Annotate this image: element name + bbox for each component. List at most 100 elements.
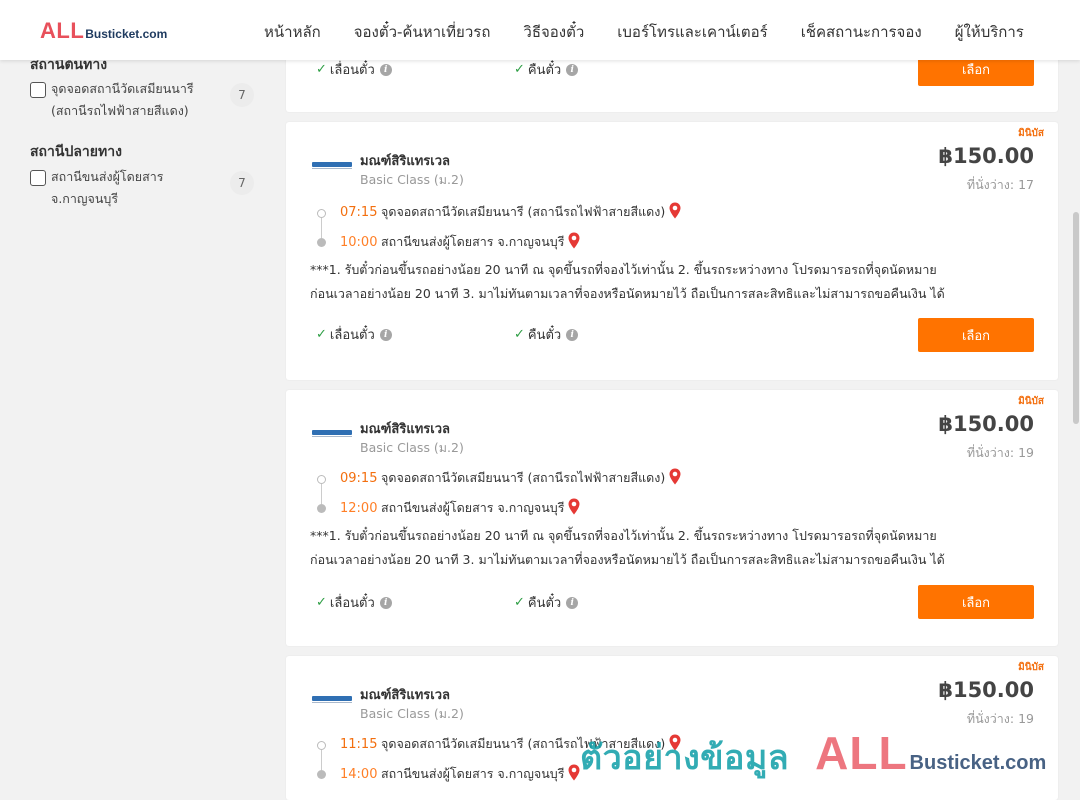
vehicle-type-badge: มินิบัส [1018,662,1044,673]
reschedule-label: เลื่อนตั๋ว [329,328,375,343]
operator-name: มณฑ์สิริแทรเวล [360,688,450,703]
bus-class: Basic Class (ม.2) [360,172,464,187]
operator-name: มณฑ์สิริแทรเวล [360,154,450,169]
operator-logo [312,696,352,704]
refund-feature: ✓ คืนตั๋ว i [514,59,579,80]
destination-checkbox[interactable] [30,170,46,186]
route-line [321,750,322,770]
nav-how-to-book[interactable]: วิธีจองตั๋ว [523,20,584,44]
nav-operators[interactable]: ผู้ให้บริการ [955,20,1024,44]
arrival-time: 12:00 [340,500,378,516]
bus-class: Basic Class (ม.2) [360,440,464,455]
seats-label: ที่นั่งว่าง: [966,445,1015,460]
map-pin-icon[interactable] [568,498,580,515]
departure-time: 09:15 [340,470,378,486]
ticket-price: ฿150.00 [938,144,1034,168]
reschedule-feature: ✓ เลื่อนตั๋ว i [316,324,392,345]
map-pin-icon[interactable] [568,232,580,249]
arrival-time: 10:00 [340,234,378,250]
destination-filter-option[interactable]: สถานีขนส่งผู้โดยสาร จ.กาญจนบุรี 7 [30,168,260,210]
logo-primary-text: ALL [40,18,85,43]
info-icon[interactable]: i [566,63,579,76]
check-icon: ✓ [316,327,327,342]
arrival-station: สถานีขนส่งผู้โดยสาร จ.กาญจนบุรี [381,766,565,781]
operator-logo [312,162,352,170]
route-line [321,484,322,504]
trip-card: มินิบัส มณฑ์สิริแทรเวล Basic Class (ม.2)… [286,656,1058,800]
departure-dot [317,209,326,218]
seats-label: ที่นั่งว่าง: [966,711,1015,726]
departure-row: 11:15 จุดจอดสถานีวัดเสมียนนารี (สถานีรถไ… [340,734,681,754]
info-icon[interactable]: i [379,596,392,609]
trip-description: ***1. รับตั๋วก่อนขึ้นรถอย่างน้อย 20 นาที… [310,262,945,301]
check-icon: ✓ [316,62,327,77]
nav-check-booking[interactable]: เช็คสถานะการจอง [801,20,922,44]
map-pin-icon[interactable] [568,764,580,781]
info-icon[interactable]: i [379,328,392,341]
route-line [321,218,322,238]
check-icon: ✓ [316,595,327,610]
seats-count: 19 [1018,711,1034,726]
vehicle-type-badge: มินิบัส [1018,396,1044,407]
info-icon[interactable]: i [566,328,579,341]
select-trip-button[interactable]: เลือก [918,585,1034,619]
nav-book-search[interactable]: จองตั๋ว-ค้นหาเที่ยวรถ [354,20,491,44]
refund-label: คืนตั๋ว [527,63,562,78]
vehicle-type-badge: มินิบัส [1018,128,1044,139]
destination-option-count: 7 [230,171,254,195]
origin-option-label: จุดจอดสถานีวัดเสมียนนารี (สถานีรถไฟฟ้าสา… [51,81,194,118]
seats-count: 19 [1018,445,1034,460]
departure-time: 07:15 [340,204,378,220]
nav-home[interactable]: หน้าหลัก [264,20,321,44]
trip-description: ***1. รับตั๋วก่อนขึ้นรถอย่างน้อย 20 นาที… [310,528,945,567]
seats-count: 17 [1018,177,1034,192]
top-header: ALL Busticket.com หน้าหลัก จองตั๋ว-ค้นหา… [0,0,1080,60]
arrival-time: 14:00 [340,766,378,782]
origin-option-count: 7 [230,83,254,107]
map-pin-icon[interactable] [669,202,681,219]
operator-logo [312,430,352,438]
arrival-station: สถานีขนส่งผู้โดยสาร จ.กาญจนบุรี [381,234,565,249]
reschedule-feature: ✓ เลื่อนตั๋ว i [316,592,392,613]
page-scrollbar[interactable] [1070,60,1080,800]
logo-secondary-text: Busticket.com [85,27,168,41]
arrival-dot [317,504,326,513]
seats-available: ที่นั่งว่าง: 19 [967,709,1034,729]
arrival-row: 14:00 สถานีขนส่งผู้โดยสาร จ.กาญจนบุรี [340,764,580,784]
info-icon[interactable]: i [379,63,392,76]
scrollbar-thumb[interactable] [1073,212,1079,424]
departure-station: จุดจอดสถานีวัดเสมียนนารี (สถานีรถไฟฟ้าสา… [381,204,666,219]
refund-label: คืนตั๋ว [527,596,562,611]
refund-feature: ✓ คืนตั๋ว i [514,592,579,613]
info-icon[interactable]: i [566,596,579,609]
seats-available: ที่นั่งว่าง: 19 [967,443,1034,463]
trip-card: มินิบัส มณฑ์สิริแทรเวล Basic Class (ม.2)… [286,390,1058,646]
ticket-price: ฿150.00 [938,412,1034,436]
origin-checkbox[interactable] [30,82,46,98]
destination-filter-title: สถานีปลายทาง [30,144,122,160]
filter-sidebar: สถานีต้นทาง จุดจอดสถานีวัดเสมียนนารี (สถ… [0,0,270,800]
seats-available: ที่นั่งว่าง: 17 [967,175,1034,195]
map-pin-icon[interactable] [669,734,681,751]
arrival-dot [317,238,326,247]
departure-dot [317,741,326,750]
check-icon: ✓ [514,62,525,77]
map-pin-icon[interactable] [669,468,681,485]
nav-contacts-counters[interactable]: เบอร์โทรและเคาน์เตอร์ [617,20,767,44]
refund-feature: ✓ คืนตั๋ว i [514,324,579,345]
departure-row: 09:15 จุดจอดสถานีวัดเสมียนนารี (สถานีรถไ… [340,468,681,488]
arrival-row: 10:00 สถานีขนส่งผู้โดยสาร จ.กาญจนบุรี [340,232,580,252]
origin-filter-option[interactable]: จุดจอดสถานีวัดเสมียนนารี (สถานีรถไฟฟ้าสา… [30,80,260,122]
departure-station: จุดจอดสถานีวัดเสมียนนารี (สถานีรถไฟฟ้าสา… [381,470,666,485]
trip-card: มินิบัส มณฑ์สิริแทรเวล Basic Class (ม.2)… [286,122,1058,380]
check-icon: ✓ [514,327,525,342]
reschedule-label: เลื่อนตั๋ว [329,596,375,611]
select-trip-button[interactable]: เลือก [918,318,1034,352]
site-logo[interactable]: ALL Busticket.com [40,18,167,44]
ticket-price: ฿150.00 [938,678,1034,702]
departure-row: 07:15 จุดจอดสถานีวัดเสมียนนารี (สถานีรถไ… [340,202,681,222]
departure-dot [317,475,326,484]
arrival-station: สถานีขนส่งผู้โดยสาร จ.กาญจนบุรี [381,500,565,515]
seats-label: ที่นั่งว่าง: [966,177,1015,192]
check-icon: ✓ [514,595,525,610]
